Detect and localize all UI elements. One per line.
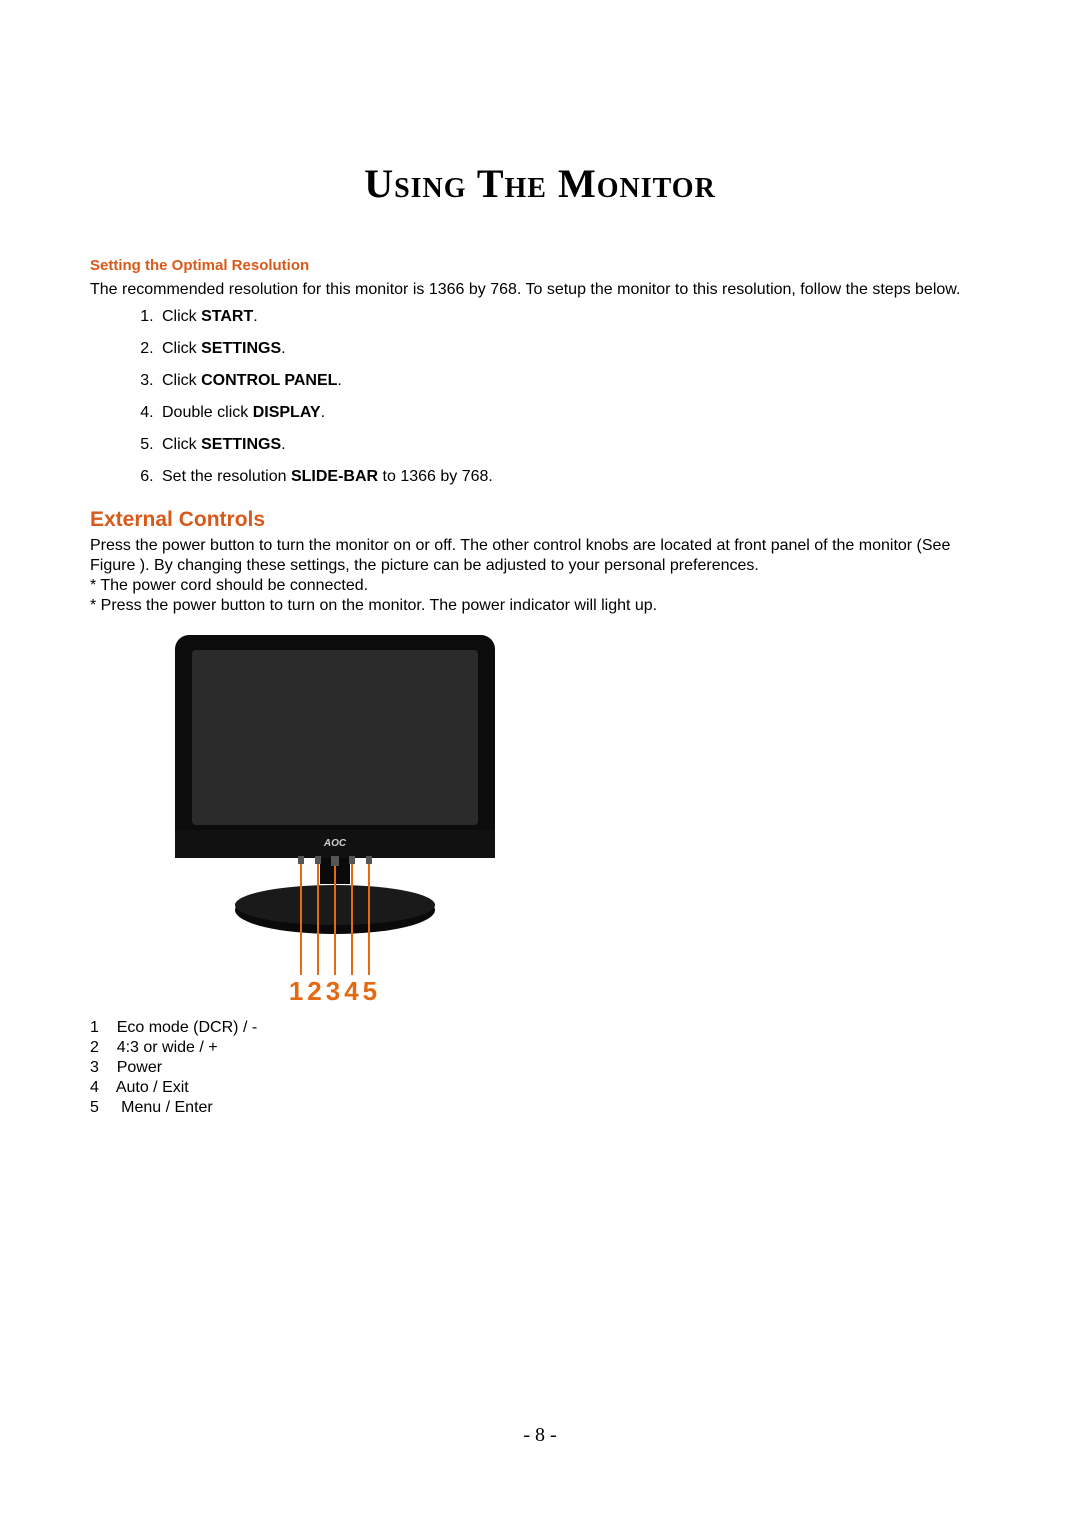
step-bold: SETTINGS: [201, 436, 281, 453]
section-heading-resolution: Setting the Optimal Resolution: [90, 257, 990, 274]
step-pre: Click: [162, 308, 201, 325]
section-heading-external-controls: External Controls: [90, 508, 990, 532]
page-title: Using The Monitor: [90, 160, 990, 207]
legend-row: 2 4:3 or wide / +: [90, 1038, 990, 1058]
monitor-figure: AOC 12345: [170, 630, 990, 1010]
monitor-icon: AOC 12345: [170, 630, 500, 1010]
controls-legend: 1 Eco mode (DCR) / - 2 4:3 or wide / + 3…: [90, 1018, 990, 1118]
legend-num: 5: [90, 1099, 99, 1116]
legend-text: Power: [117, 1059, 162, 1076]
resolution-intro: The recommended resolution for this moni…: [90, 280, 990, 300]
legend-text: Eco mode (DCR) / -: [117, 1019, 257, 1036]
step-pre: Double click: [162, 404, 253, 421]
legend-row: 4 Auto / Exit: [90, 1078, 990, 1098]
legend-text: 4:3 or wide / +: [117, 1039, 218, 1056]
page-number: - 8 -: [0, 1424, 1080, 1447]
step-bold: DISPLAY: [253, 404, 321, 421]
step-post: .: [337, 372, 341, 389]
legend-row: 1 Eco mode (DCR) / -: [90, 1018, 990, 1038]
legend-text: Auto / Exit: [116, 1079, 189, 1096]
step-pre: Set the resolution: [162, 468, 291, 485]
step-post: .: [281, 436, 285, 453]
external-controls-para: Press the power button to turn the monit…: [90, 536, 990, 576]
resolution-steps: Click START. Click SETTINGS. Click CONTR…: [90, 308, 990, 486]
step-pre: Click: [162, 436, 201, 453]
legend-row: 5 Menu / Enter: [90, 1098, 990, 1118]
step-bold: SETTINGS: [201, 340, 281, 357]
step-item: Click START.: [158, 308, 990, 326]
legend-num: 3: [90, 1059, 99, 1076]
step-item: Set the resolution SLIDE-BAR to 1366 by …: [158, 468, 990, 486]
legend-text: Menu / Enter: [117, 1099, 213, 1116]
step-pre: Click: [162, 340, 201, 357]
step-bold: CONTROL PANEL: [201, 372, 337, 389]
step-item: Click SETTINGS.: [158, 340, 990, 358]
step-post: .: [281, 340, 285, 357]
step-post: .: [321, 404, 325, 421]
external-controls-note: * The power cord should be connected.: [90, 576, 990, 596]
legend-num: 2: [90, 1039, 99, 1056]
legend-row: 3 Power: [90, 1058, 990, 1078]
legend-num: 1: [90, 1019, 99, 1036]
step-post: .: [253, 308, 257, 325]
step-post: to 1366 by 768.: [378, 468, 493, 485]
step-item: Click SETTINGS.: [158, 436, 990, 454]
brand-label: AOC: [323, 838, 347, 849]
legend-num: 4: [90, 1079, 99, 1096]
step-item: Click CONTROL PANEL.: [158, 372, 990, 390]
external-controls-note: * Press the power button to turn on the …: [90, 596, 990, 616]
step-bold: START: [201, 308, 253, 325]
figure-number-labels: 12345: [289, 976, 381, 1006]
step-pre: Click: [162, 372, 201, 389]
step-bold: SLIDE-BAR: [291, 468, 378, 485]
step-item: Double click DISPLAY.: [158, 404, 990, 422]
